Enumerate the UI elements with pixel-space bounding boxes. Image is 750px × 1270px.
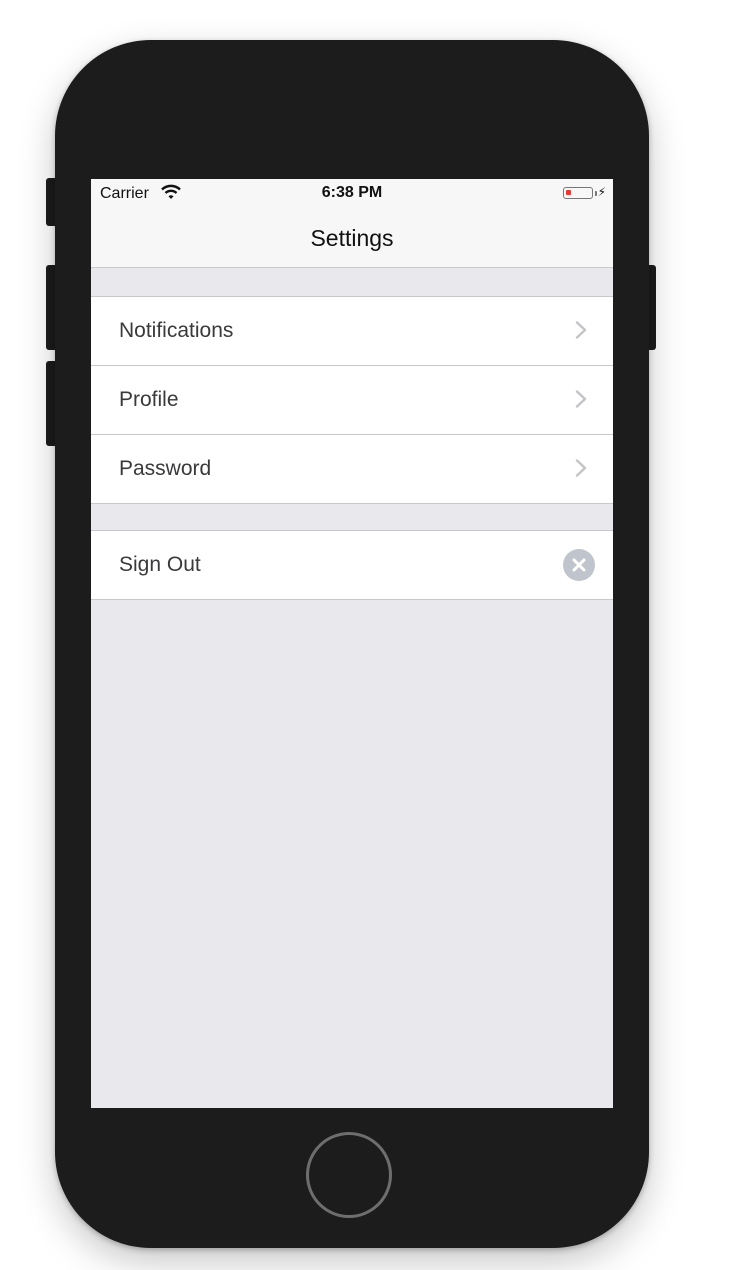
battery-icon — [563, 187, 593, 199]
settings-row-notifications[interactable]: Notifications — [91, 297, 613, 365]
chevron-right-icon — [575, 459, 587, 477]
row-label: Password — [119, 457, 212, 480]
navigation-bar: Settings — [91, 207, 613, 268]
settings-row-password[interactable]: Password — [91, 434, 613, 503]
row-label: Sign Out — [119, 553, 201, 576]
status-bar: Carrier 6:38 PM ⚡ — [91, 179, 613, 207]
chevron-right-icon — [575, 390, 587, 408]
settings-group-account: Notifications Profile Password — [91, 296, 613, 504]
row-label: Notifications — [119, 319, 234, 342]
home-button[interactable] — [306, 1132, 392, 1218]
status-time: 6:38 PM — [321, 184, 383, 201]
page-title: Settings — [310, 225, 394, 251]
clear-circle-icon[interactable] — [563, 549, 595, 581]
charging-bolt-icon: ⚡ — [597, 185, 606, 199]
settings-row-profile[interactable]: Profile — [91, 365, 613, 434]
row-label: Profile — [119, 388, 179, 411]
screen: Carrier 6:38 PM ⚡ Settings Notifications… — [91, 179, 613, 1108]
settings-row-sign-out[interactable]: Sign Out — [91, 531, 613, 599]
chevron-right-icon — [575, 321, 587, 339]
settings-group-session: Sign Out — [91, 530, 613, 600]
